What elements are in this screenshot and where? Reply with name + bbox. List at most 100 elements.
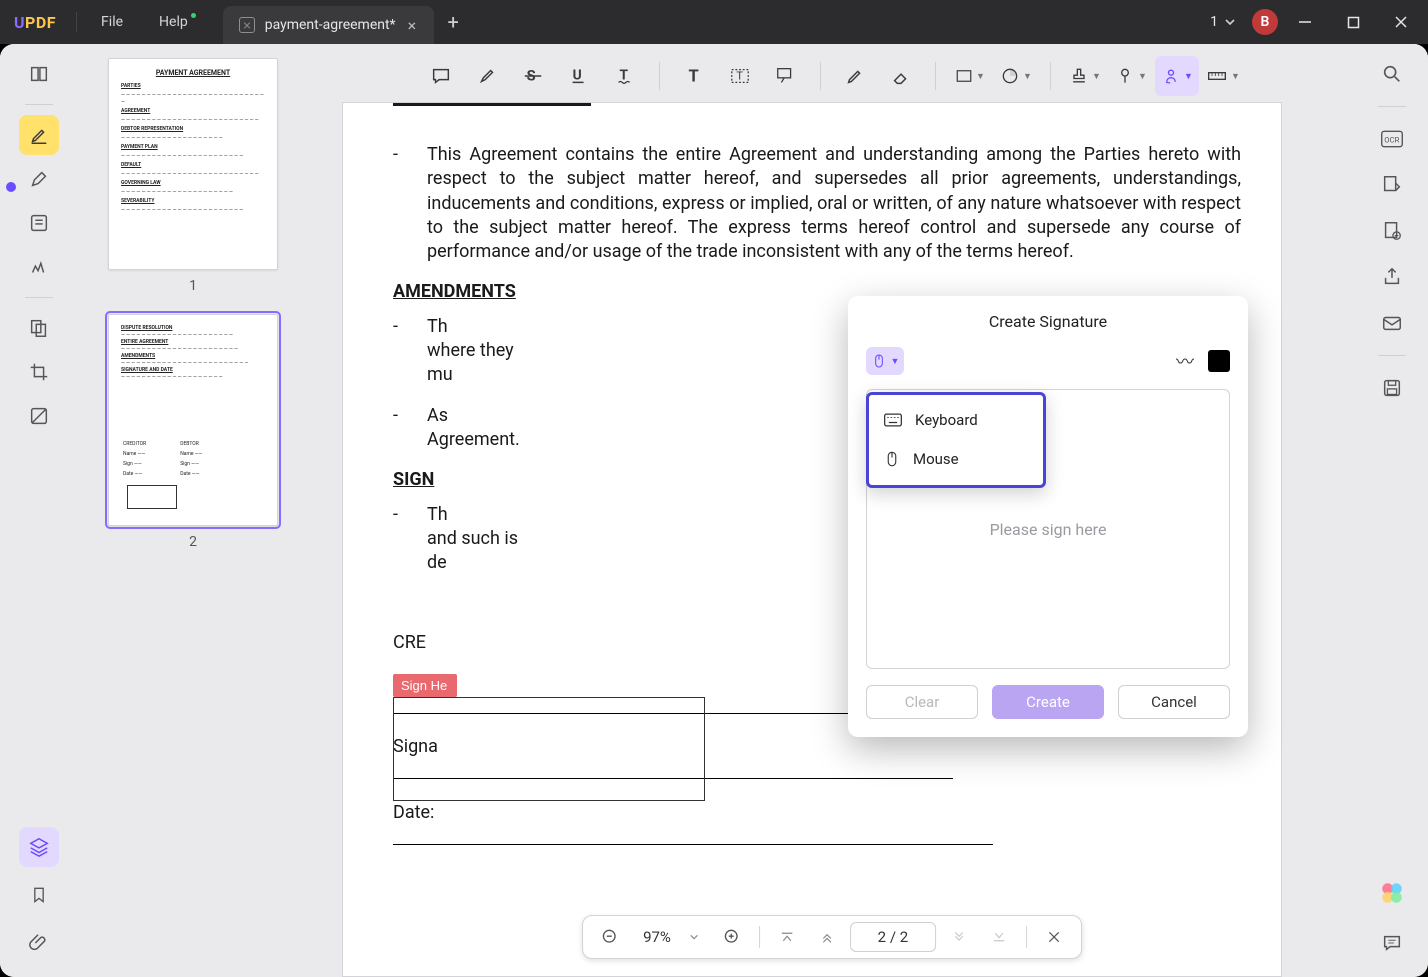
thumbnail-page-2[interactable]: DISPUTE RESOLUTION— — — — — — — — — — — … [108, 314, 278, 526]
note-tool[interactable] [419, 56, 463, 96]
form-mode-button[interactable] [19, 203, 59, 243]
zoom-percent: 97% [643, 928, 671, 946]
separator [935, 62, 936, 90]
clear-button[interactable]: Clear [866, 685, 978, 719]
thumbnails-panel-button[interactable] [19, 827, 59, 867]
zoom-in-button[interactable] [715, 920, 749, 954]
attachment-tool[interactable]: ▼ [1109, 56, 1153, 96]
minimize-icon [1298, 15, 1312, 29]
input-method-dropdown[interactable]: ▼ [866, 347, 904, 375]
reader-mode-button[interactable] [19, 54, 59, 94]
window-count-dropdown[interactable]: 1 [1200, 10, 1246, 34]
first-page-button[interactable] [770, 920, 804, 954]
document-area: S U T T T ▼ ▼ ▼ ▼ ▼ ▼ -This Agreement co… [308, 44, 1356, 977]
entire-agreement-text: This Agreement contains the entire Agree… [427, 143, 1241, 264]
stamp-icon [1069, 66, 1089, 86]
pencil-tool[interactable] [833, 56, 877, 96]
window-minimize-button[interactable] [1284, 0, 1326, 44]
thumbnail-page-1[interactable]: PAYMENT AGREEMENT PARTIES— — — — — — — —… [108, 58, 278, 270]
close-icon [1394, 15, 1408, 29]
organize-pages-button[interactable] [19, 308, 59, 348]
tab-close-button[interactable]: × [406, 16, 419, 35]
bookmarks-panel-button[interactable] [19, 875, 59, 915]
pencil-icon [844, 65, 866, 87]
input-method-mouse[interactable]: Mouse [869, 439, 1043, 479]
menu-help[interactable]: Help [141, 14, 211, 30]
bookmark-icon [29, 884, 49, 906]
stroke-style-button[interactable]: 〰 [1176, 348, 1194, 374]
input-method-keyboard[interactable]: Keyboard [869, 401, 1043, 439]
measure-tool[interactable]: ▼ [1201, 56, 1245, 96]
user-avatar[interactable]: B [1252, 9, 1278, 35]
redact-button[interactable] [19, 396, 59, 436]
convert-button[interactable] [1372, 165, 1412, 205]
mail-icon [1381, 312, 1403, 334]
svg-text:T: T [736, 70, 743, 83]
create-button[interactable]: Create [992, 685, 1104, 719]
squiggly-tool[interactable]: T [603, 56, 647, 96]
underline-tool[interactable]: U [557, 56, 601, 96]
zoom-level-select[interactable]: 97% [633, 928, 709, 946]
callout-tool[interactable] [764, 56, 808, 96]
logo-u: U [14, 13, 25, 32]
shape-tool[interactable]: ▼ [948, 56, 992, 96]
sticker-tool[interactable]: ▼ [994, 56, 1038, 96]
title-bar: UPDF File Help payment-agreement* × + 1 … [0, 0, 1428, 44]
separator [759, 926, 760, 948]
search-button[interactable] [1372, 54, 1412, 94]
attachments-panel-button[interactable] [19, 923, 59, 963]
close-icon [1046, 929, 1062, 945]
last-page-button[interactable] [982, 920, 1016, 954]
input-method-menu: Keyboard Mouse [866, 392, 1046, 488]
zoom-out-icon [600, 927, 620, 947]
ai-assistant-button[interactable] [1372, 873, 1412, 913]
thumbnails-panel[interactable]: PAYMENT AGREEMENT PARTIES— — — — — — — —… [78, 44, 308, 977]
new-tab-button[interactable]: + [434, 0, 472, 44]
signature-tool[interactable]: ▼ [1155, 56, 1199, 96]
close-toolbar-button[interactable] [1037, 920, 1071, 954]
menu-file[interactable]: File [83, 14, 141, 30]
strikethrough-tool[interactable]: S [511, 56, 555, 96]
comments-panel-button[interactable] [1372, 923, 1412, 963]
pages-icon [28, 317, 50, 339]
fill-sign-mode-button[interactable] [19, 247, 59, 287]
pin-icon [1115, 66, 1135, 86]
textbox-tool[interactable]: T [718, 56, 762, 96]
eraser-tool[interactable] [879, 56, 923, 96]
thumbnail-label-2: 2 [88, 534, 298, 550]
comment-mode-button[interactable] [19, 115, 59, 155]
page-indicator[interactable]: 2 / 2 [850, 922, 936, 952]
document-tab[interactable]: payment-agreement* × [223, 6, 434, 44]
zoom-out-button[interactable] [593, 920, 627, 954]
share-button[interactable] [1372, 257, 1412, 297]
separator [1050, 62, 1051, 90]
highlight-tool[interactable] [465, 56, 509, 96]
window-maximize-button[interactable] [1332, 0, 1374, 44]
email-button[interactable] [1372, 303, 1412, 343]
next-page-button[interactable] [942, 920, 976, 954]
edit-mode-button[interactable] [19, 159, 59, 199]
ocr-button[interactable]: OCR [1372, 119, 1412, 159]
notification-dot [191, 13, 196, 18]
callout-icon [775, 65, 797, 87]
save-button[interactable] [1372, 368, 1412, 408]
separator [1026, 926, 1027, 948]
signature-placeholder-box[interactable] [393, 697, 705, 801]
window-close-button[interactable] [1380, 0, 1422, 44]
color-picker-button[interactable] [1208, 350, 1230, 372]
form-icon [28, 212, 50, 234]
dialog-title: Create Signature [848, 296, 1248, 341]
title-bar-right: 1 B [1200, 0, 1428, 44]
last-page-icon [990, 928, 1008, 946]
crop-button[interactable] [19, 352, 59, 392]
cancel-button[interactable]: Cancel [1118, 685, 1230, 719]
separator [25, 297, 53, 298]
prev-page-button[interactable] [810, 920, 844, 954]
thumbnail-preview: PAYMENT AGREEMENT PARTIES— — — — — — — —… [109, 59, 277, 269]
text-tool[interactable]: T [672, 56, 716, 96]
input-method-keyboard-label: Keyboard [915, 411, 978, 429]
mouse-icon [883, 449, 901, 469]
compress-button[interactable] [1372, 211, 1412, 251]
layers-icon [28, 836, 50, 858]
stamp-tool[interactable]: ▼ [1063, 56, 1107, 96]
